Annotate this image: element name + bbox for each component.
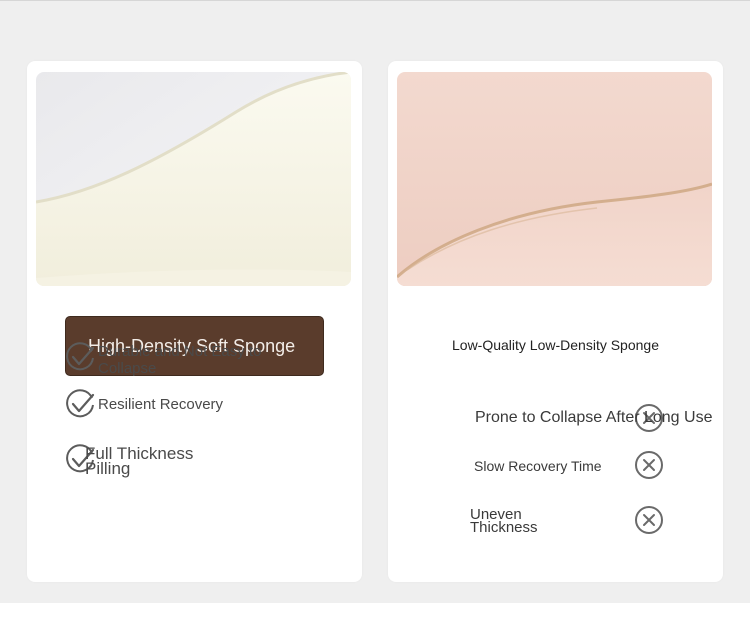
comparison-panel: High-Density Soft Sponge Low-Quality Low… (0, 0, 750, 603)
feature-label: Durable and Not Easy to Collapse (98, 343, 262, 377)
check-circle-icon (64, 342, 96, 374)
low-density-title: Low-Quality Low-Density Sponge (452, 337, 659, 353)
feature-label: Full Thickness Pilling (85, 444, 194, 478)
x-circle-icon (633, 449, 665, 481)
feature-slow-recovery-label: Slow Recovery Time (474, 458, 602, 474)
low-density-card: Low-Quality Low-Density Sponge (388, 61, 723, 582)
feature-uneven-label: Uneven Thickness (470, 506, 538, 536)
feature-collapse-label: Prone to Collapse After Long Use (475, 409, 713, 426)
check-circle-icon (64, 389, 96, 421)
pink-foam-photo (397, 72, 712, 286)
high-density-card: High-Density Soft Sponge (27, 61, 362, 582)
x-circle-icon (633, 504, 665, 536)
white-foam-photo (36, 72, 351, 286)
feature-label: Resilient Recovery (98, 396, 224, 413)
